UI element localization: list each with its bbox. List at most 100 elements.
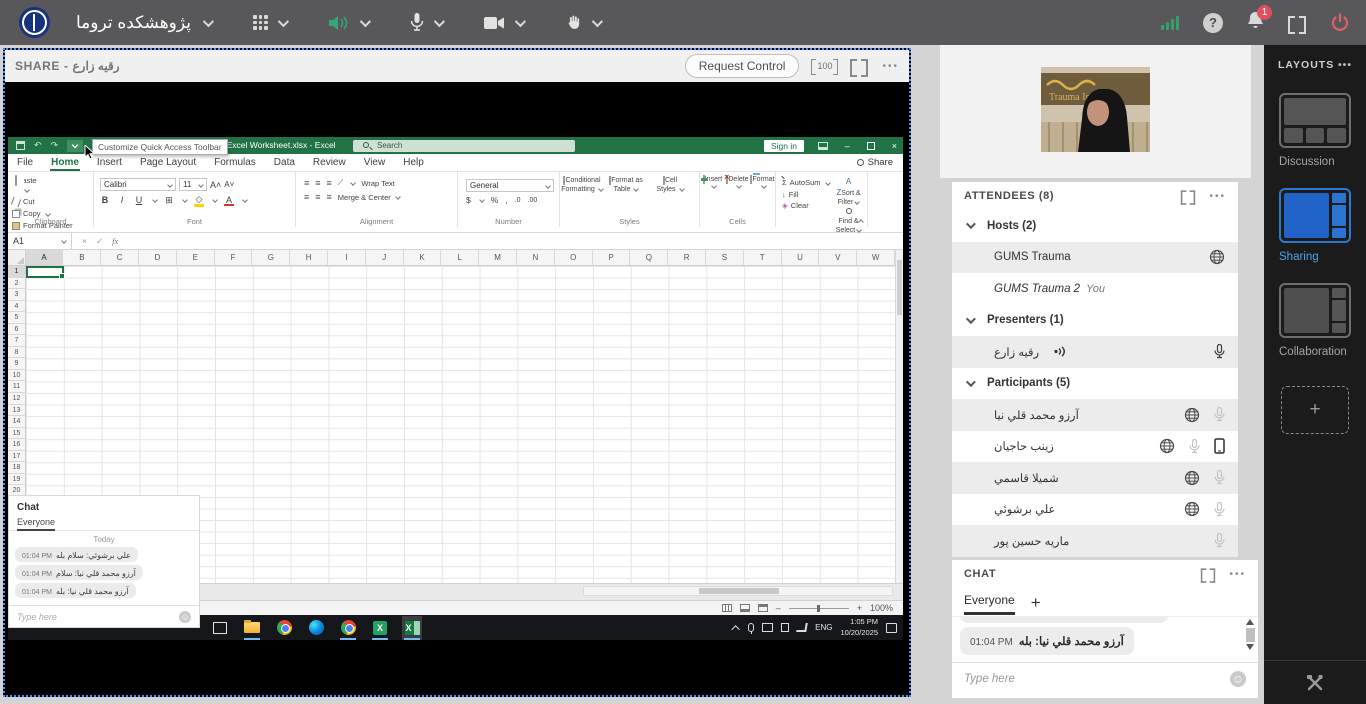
fill-button[interactable]: ↓Fill [782,190,830,199]
percent-button[interactable]: % [491,195,499,205]
row-header[interactable]: 6 [8,324,26,336]
excel-share-button[interactable]: Share [857,157,893,168]
normal-view-icon[interactable] [722,604,732,612]
sign-in-button[interactable]: Sign in [764,140,804,152]
column-header[interactable]: J [366,250,404,265]
attendees-fullscreen-icon[interactable] [1181,190,1195,201]
taskbar-clock[interactable]: 1:05 PM 10/20/2025 [840,617,878,637]
overlay-chat-tab-everyone[interactable]: Everyone [17,517,55,531]
file-explorer-button[interactable] [242,616,262,640]
row-header[interactable]: 18 [8,462,26,474]
manage-layouts-tools-icon[interactable] [1305,673,1325,693]
notifications-bell[interactable]: 1 [1247,11,1264,34]
apps-menu[interactable] [253,15,286,30]
active-cell-a1[interactable] [26,266,64,278]
attendee-row[interactable]: Presenters (1) [952,305,1238,337]
excel-tab[interactable]: Review [304,154,355,171]
column-header[interactable]: U [782,250,820,265]
speaker-control[interactable] [328,14,368,32]
column-header[interactable]: D [139,250,177,265]
actual-size-icon[interactable]: 100 [813,58,836,74]
excel-tab[interactable]: Page Layout [131,154,205,171]
section-chevron-icon[interactable] [966,377,976,387]
row-header[interactable]: 8 [8,347,26,359]
room-menu-chevron-icon[interactable] [203,15,214,26]
row-header[interactable]: 1 [8,266,26,278]
emoticon-icon[interactable]: ☺ [1230,671,1246,687]
column-header[interactable]: L [441,250,479,265]
column-header[interactable]: A [26,250,64,265]
chat-fullscreen-icon[interactable] [1201,568,1215,579]
minimize-button[interactable]: – [845,141,850,151]
column-header[interactable]: I [328,250,366,265]
chrome-button-2[interactable] [338,616,358,640]
fill-color-button[interactable]: ◇ [194,194,204,207]
attendee-row[interactable]: شميلا قاسمي [952,462,1238,494]
row-header[interactable]: 10 [8,370,26,382]
zoom-out-button[interactable]: – [776,603,781,613]
action-center-icon[interactable] [886,623,897,633]
page-layout-view-icon[interactable] [740,604,750,612]
row-header[interactable]: 19 [8,474,26,486]
layout-item[interactable]: Sharing [1279,188,1351,263]
chrome-button[interactable] [274,616,294,640]
row-header[interactable]: 13 [8,405,26,417]
column-header[interactable]: F [215,250,253,265]
name-box[interactable]: A1 [8,233,72,249]
sort-filter-button[interactable]: AZSort & Filter [834,177,864,207]
attendee-row[interactable]: GUMS Trauma 2 You [952,273,1238,305]
orientation-button[interactable]: ⟋ [338,178,344,188]
cancel-entry-icon[interactable]: × [82,236,87,246]
borders-button[interactable]: ⊞ [164,195,174,206]
column-header[interactable]: S [706,250,744,265]
tray-device-icon[interactable] [781,623,789,632]
vertical-scrollbar[interactable] [895,250,903,583]
insert-function-icon[interactable]: fx [112,236,118,246]
mic-muted-gray-icon[interactable] [1214,533,1225,548]
scroll-thumb[interactable] [1246,628,1255,642]
cell-styles-button[interactable]: CellStyles [648,177,692,195]
excel-tab[interactable]: File [8,154,42,171]
format-as-table-button[interactable]: Format asTable [604,177,648,195]
align-left-icon[interactable]: ≡ [304,192,309,202]
attendee-row[interactable]: ماريه حسين پور [952,525,1238,557]
row-header[interactable]: 14 [8,416,26,428]
attendee-row[interactable]: زينب حاجيان [952,431,1238,463]
accounting-format-button[interactable]: $ [466,195,471,205]
align-middle-icon[interactable]: ≡ [315,178,320,188]
share-fullscreen-icon[interactable] [850,59,868,73]
italic-button[interactable]: I [117,195,127,205]
attendee-row[interactable]: Participants (5) [952,368,1238,400]
page-break-view-icon[interactable] [758,604,768,612]
excel-app-button[interactable]: X [402,616,422,640]
chat-tab-everyone[interactable]: Everyone [964,593,1015,615]
mic-muted-gray-icon[interactable] [1214,470,1225,485]
tray-display-icon[interactable] [762,623,773,632]
add-layout-button[interactable]: + [1281,386,1349,434]
grow-font-button[interactable]: A˄ [210,180,221,190]
attendee-row[interactable]: رقيه زارع [952,336,1238,368]
attendee-row[interactable]: آرزو محمد قلي نيا [952,399,1238,431]
edge-button[interactable] [306,616,326,640]
overlay-chat-input[interactable] [17,612,179,622]
bold-button[interactable]: B [100,195,110,205]
excel-tab[interactable]: Data [265,154,304,171]
row-header[interactable]: 7 [8,335,26,347]
shrink-font-button[interactable]: A˅ [224,180,234,189]
column-header[interactable]: R [668,250,706,265]
emoticon-icon[interactable]: ☺ [179,611,191,623]
chat-menu-icon[interactable]: ••• [1229,569,1246,580]
attendee-row[interactable]: GUMS Trauma [952,242,1238,274]
chat-input[interactable] [964,673,1230,685]
row-header[interactable]: 12 [8,393,26,405]
tray-expand-icon[interactable] [731,625,739,633]
restore-button[interactable] [867,142,875,150]
excel-tab[interactable]: View [355,154,395,171]
decrease-decimal-button[interactable]: .00 [528,197,538,204]
row-header[interactable]: 16 [8,439,26,451]
exit-power-icon[interactable] [1330,13,1350,33]
column-header[interactable]: H [290,250,328,265]
row-header[interactable]: 5 [8,312,26,324]
align-center-icon[interactable]: ≡ [315,192,320,202]
excel-tab[interactable]: Home [42,154,88,171]
